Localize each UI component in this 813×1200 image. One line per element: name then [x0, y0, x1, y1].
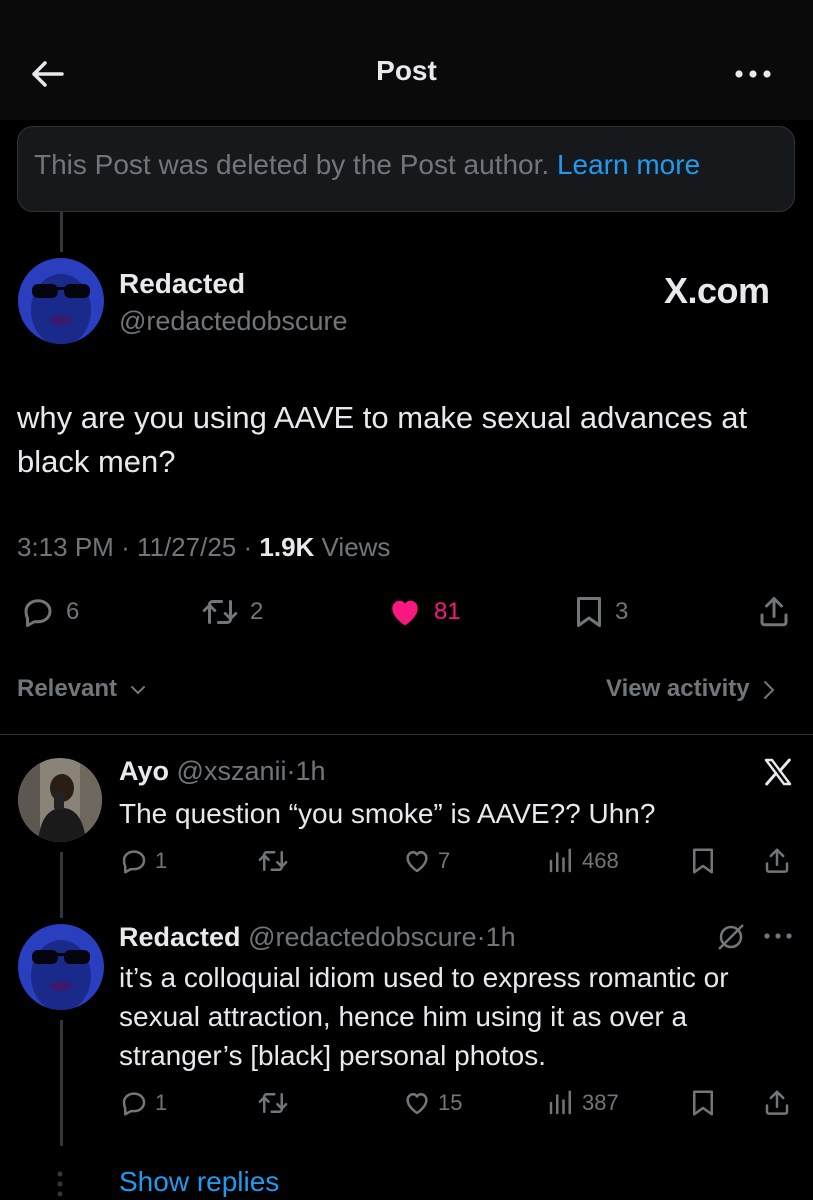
post-time: 3:13 PM — [17, 532, 114, 562]
share-icon — [760, 597, 788, 627]
share-button[interactable] — [762, 846, 792, 876]
view-activity-label: View activity — [606, 675, 750, 702]
reply-avatar[interactable] — [18, 924, 104, 1010]
views-button[interactable]: 468 — [546, 846, 619, 876]
reply-author-handle[interactable]: @xszanii — [177, 756, 287, 786]
share-icon — [765, 1090, 789, 1115]
more-replies-dots-icon — [54, 1170, 66, 1198]
bookmark-icon — [577, 597, 601, 627]
post-date: 11/27/25 — [136, 532, 237, 562]
like-button[interactable]: 7 — [402, 846, 450, 876]
bookmark-icon — [693, 1090, 713, 1116]
post-text: why are you using AAVE to make sexual ad… — [17, 400, 748, 479]
reply-button[interactable]: 1 — [119, 1088, 167, 1118]
thread-connector — [60, 1020, 63, 1146]
chevron-down-icon — [130, 685, 145, 695]
reply-header: Redacted @redactedobscure·1h — [119, 922, 516, 953]
chevron-right-icon — [764, 680, 775, 699]
reply-time: 1h — [485, 922, 516, 952]
reply-button[interactable]: 1 — [119, 846, 167, 876]
heart-filled-icon — [392, 600, 418, 626]
reply-header: Ayo @xszanii·1h — [119, 756, 326, 787]
avatar[interactable] — [18, 258, 104, 344]
reply-author-handle[interactable]: @redactedobscure — [248, 922, 477, 952]
xcom-watermark: X.com — [664, 270, 770, 311]
author-name[interactable]: Redacted — [119, 268, 245, 300]
show-replies-link[interactable]: Show replies — [119, 1166, 279, 1198]
views-button[interactable]: 387 — [546, 1088, 619, 1118]
divider — [0, 734, 813, 735]
x-logo-icon — [762, 756, 794, 788]
repost-icon — [258, 851, 288, 871]
view-activity-link[interactable]: View activity — [606, 675, 776, 703]
repost-count: 2 — [250, 598, 264, 625]
bookmark-button[interactable] — [690, 1088, 716, 1118]
views-count: 387 — [582, 1090, 619, 1115]
reply-count: 1 — [155, 1090, 168, 1115]
bookmark-button[interactable]: 3 — [573, 594, 628, 630]
author-handle[interactable]: @redactedobscure — [119, 306, 348, 337]
share-button[interactable] — [756, 594, 792, 630]
reply-author-name[interactable]: Ayo — [119, 756, 169, 786]
views-count: 468 — [582, 848, 619, 873]
reply-avatar[interactable] — [18, 758, 102, 842]
reply-author-name[interactable]: Redacted — [119, 922, 241, 952]
reply-time: 1h — [295, 756, 326, 786]
reply-icon — [122, 850, 146, 874]
reply-text: The question “you smoke” is AAVE?? Uhn? — [119, 798, 656, 829]
meta-separator: · — [243, 532, 253, 562]
like-count: 15 — [438, 1090, 463, 1115]
reply-text: it’s a colloquial idiom used to express … — [119, 962, 729, 1071]
post-meta: 3:13 PM · 11/27/25 · 1.9K Views — [17, 532, 390, 563]
grok-icon[interactable] — [716, 922, 746, 952]
heart-icon — [406, 851, 428, 873]
meta-separator: · — [121, 532, 130, 562]
thread-connector — [60, 212, 63, 252]
views-label: Views — [321, 532, 391, 562]
repost-icon — [258, 1093, 288, 1113]
views-chart-icon — [549, 848, 571, 873]
heart-icon — [406, 1093, 428, 1115]
thread-connector — [60, 852, 63, 918]
repost-button[interactable] — [256, 846, 290, 876]
like-button[interactable]: 15 — [402, 1088, 462, 1118]
bookmark-button[interactable] — [690, 846, 716, 876]
reply-count: 1 — [155, 848, 168, 873]
reply-icon — [122, 1092, 146, 1116]
page-title: Post — [376, 55, 437, 86]
deleted-notice-text: This Post was deleted by the Post author… — [34, 149, 550, 180]
reply-count: 6 — [66, 598, 80, 625]
views-chart-icon — [549, 1090, 571, 1115]
sort-label: Relevant — [17, 675, 118, 702]
share-button[interactable] — [762, 1088, 792, 1118]
reply-icon — [24, 599, 52, 627]
repost-button[interactable] — [256, 1088, 290, 1118]
like-count: 81 — [434, 598, 461, 625]
deleted-post-notice: This Post was deleted by the Post author… — [17, 126, 795, 212]
like-button[interactable]: 81 — [386, 594, 461, 630]
repost-button[interactable]: 2 — [200, 594, 263, 630]
repost-icon — [202, 600, 238, 624]
share-icon — [765, 848, 789, 873]
learn-more-link[interactable]: Learn more — [557, 149, 700, 180]
sort-replies-dropdown[interactable]: Relevant — [17, 675, 148, 703]
views-count: 1.9K — [259, 532, 315, 562]
more-options-icon[interactable] — [733, 60, 773, 88]
like-count: 7 — [438, 848, 451, 873]
meta-separator: · — [476, 922, 486, 952]
reply-button[interactable]: 6 — [20, 594, 79, 630]
bookmark-count: 3 — [615, 598, 629, 625]
more-options-icon[interactable] — [762, 926, 794, 946]
bookmark-icon — [693, 848, 713, 874]
